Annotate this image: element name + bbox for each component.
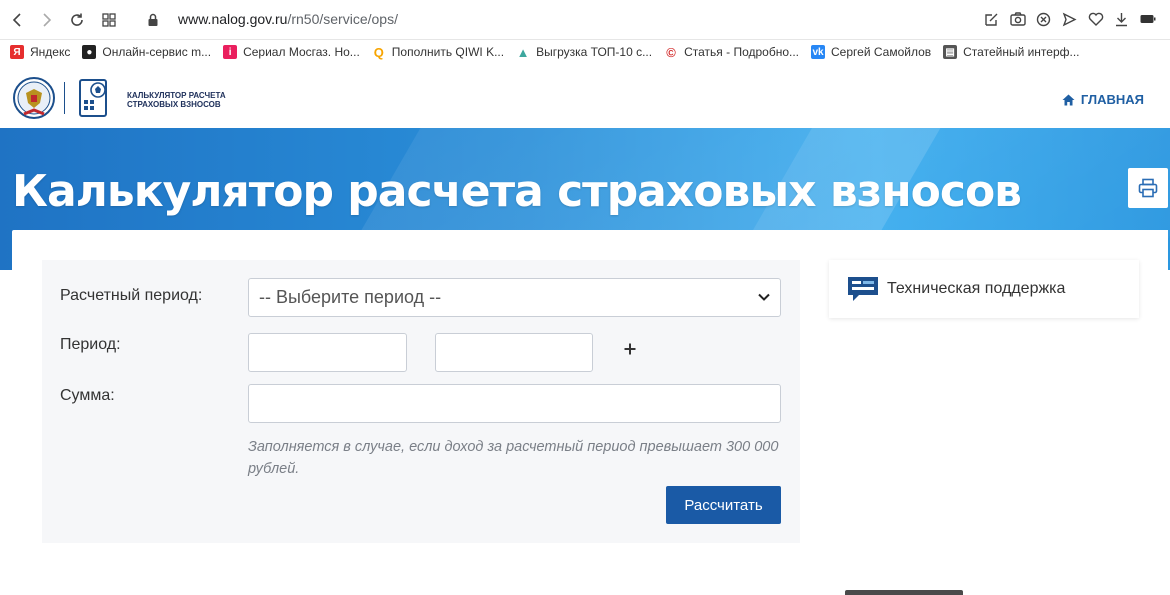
bookmark-label: Пополнить QIWI K... [391, 45, 505, 59]
lock-icon[interactable] [142, 9, 164, 31]
sum-label: Сумма: [60, 387, 115, 404]
copyright-icon: © [666, 44, 676, 60]
download-icon[interactable] [1113, 10, 1130, 28]
range-label: Период: [60, 336, 121, 353]
bookmark-item[interactable]: i Сериал Мосгаз. Но... [223, 45, 360, 59]
back-icon[interactable] [6, 9, 28, 31]
bookmark-label: Сериал Мосгаз. Но... [243, 45, 360, 59]
brand-line-1: КАЛЬКУЛЯТОР РАСЧЕТА [127, 91, 226, 100]
document-icon: ▤ [943, 45, 958, 59]
triangle-icon: ▲ [516, 44, 530, 60]
period-select[interactable]: -- Выберите период -- [248, 278, 781, 317]
support-label: Техническая поддержка [887, 280, 1066, 297]
heart-icon[interactable] [1087, 10, 1104, 28]
print-button[interactable] [1128, 168, 1168, 208]
chevron-down-icon [756, 289, 772, 305]
home-label: ГЛАВНАЯ [1080, 92, 1144, 107]
bookmark-item[interactable]: © Статья - Подробно... [664, 44, 800, 60]
bookmarks-bar: Я Яндекс ● Онлайн-сервис m... i Сериал Мосгаз… [0, 40, 1170, 64]
adblock-icon[interactable] [1035, 10, 1052, 28]
qiwi-icon: Q [373, 44, 384, 60]
home-link[interactable]: ГЛАВНАЯ [1062, 92, 1144, 107]
calculator-form: Расчетный период: -- Выберите период -- … [42, 260, 800, 543]
fns-emblem-icon[interactable] [12, 76, 56, 120]
yandex-icon: Я [10, 45, 24, 59]
period-from-input[interactable] [248, 333, 407, 372]
calculate-button[interactable]: Рассчитать [666, 486, 781, 524]
reload-icon[interactable] [66, 9, 88, 31]
camera-icon[interactable] [1009, 10, 1026, 28]
horizontal-scrollbar[interactable] [845, 590, 963, 595]
main-content: Расчетный период: -- Выберите период -- … [12, 230, 1168, 595]
bookmark-label: Онлайн-сервис m... [102, 45, 212, 59]
printer-icon [1138, 178, 1158, 198]
browser-actions [983, 10, 1156, 28]
calculator-logo-icon[interactable] [78, 78, 112, 120]
bookmark-item[interactable]: Q Пополнить QIWI K... [372, 44, 505, 60]
bookmark-label: Статья - Подробно... [684, 45, 800, 59]
bookmark-item[interactable]: Я Яндекс [10, 45, 70, 59]
url-domain: www.nalog.gov.ru [178, 11, 288, 27]
home-icon [1062, 94, 1075, 106]
edit-share-icon[interactable] [983, 10, 1000, 28]
bookmark-label: Статейный интерф... [963, 45, 1080, 59]
support-chat-icon [846, 275, 880, 303]
browser-address-bar: www.nalog.gov.ru/rn50/service/ops/ [0, 0, 1170, 40]
forward-icon[interactable] [36, 9, 58, 31]
url-field[interactable]: www.nalog.gov.ru/rn50/service/ops/ [178, 11, 398, 27]
battery-icon[interactable] [1139, 10, 1156, 28]
bookmark-item[interactable]: ▤ Статейный интерф... [943, 45, 1080, 59]
site-header: КАЛЬКУЛЯТОР РАСЧЕТА СТРАХОВЫХ ВЗНОСОВ ГЛ… [0, 66, 1170, 128]
bookmark-dark-icon: ● [82, 45, 97, 59]
period-select-value: -- Выберите период -- [259, 287, 442, 307]
sum-hint: Заполняется в случае, если доход за расч… [248, 439, 779, 477]
brand-line-2: СТРАХОВЫХ ВЗНОСОВ [127, 100, 221, 109]
bookmark-item[interactable]: vk Сергей Самойлов [811, 45, 931, 59]
period-label: Расчетный период: [60, 287, 203, 304]
bookmark-label: Выгрузка ТОП-10 с... [536, 45, 653, 59]
tech-support-link[interactable]: Техническая поддержка [829, 260, 1139, 318]
sum-input[interactable] [248, 384, 781, 423]
send-icon[interactable] [1061, 10, 1078, 28]
header-divider [64, 82, 65, 114]
bookmark-item[interactable]: ● Онлайн-сервис m... [82, 45, 211, 59]
ivi-icon: i [223, 45, 238, 59]
bookmark-label: Сергей Самойлов [831, 45, 932, 59]
tabs-grid-icon[interactable] [98, 9, 120, 31]
period-to-input[interactable] [435, 333, 593, 372]
page-title: Калькулятор расчета страховых взносов [12, 166, 1022, 217]
add-period-icon[interactable] [622, 338, 638, 360]
bookmark-label: Яндекс [30, 45, 71, 59]
vk-icon: vk [811, 45, 826, 59]
service-brand-name: КАЛЬКУЛЯТОР РАСЧЕТА СТРАХОВЫХ ВЗНОСОВ [127, 91, 226, 109]
url-path: /rn50/service/ops/ [287, 11, 398, 27]
bookmark-item[interactable]: ▲ Выгрузка ТОП-10 с... [516, 44, 653, 60]
